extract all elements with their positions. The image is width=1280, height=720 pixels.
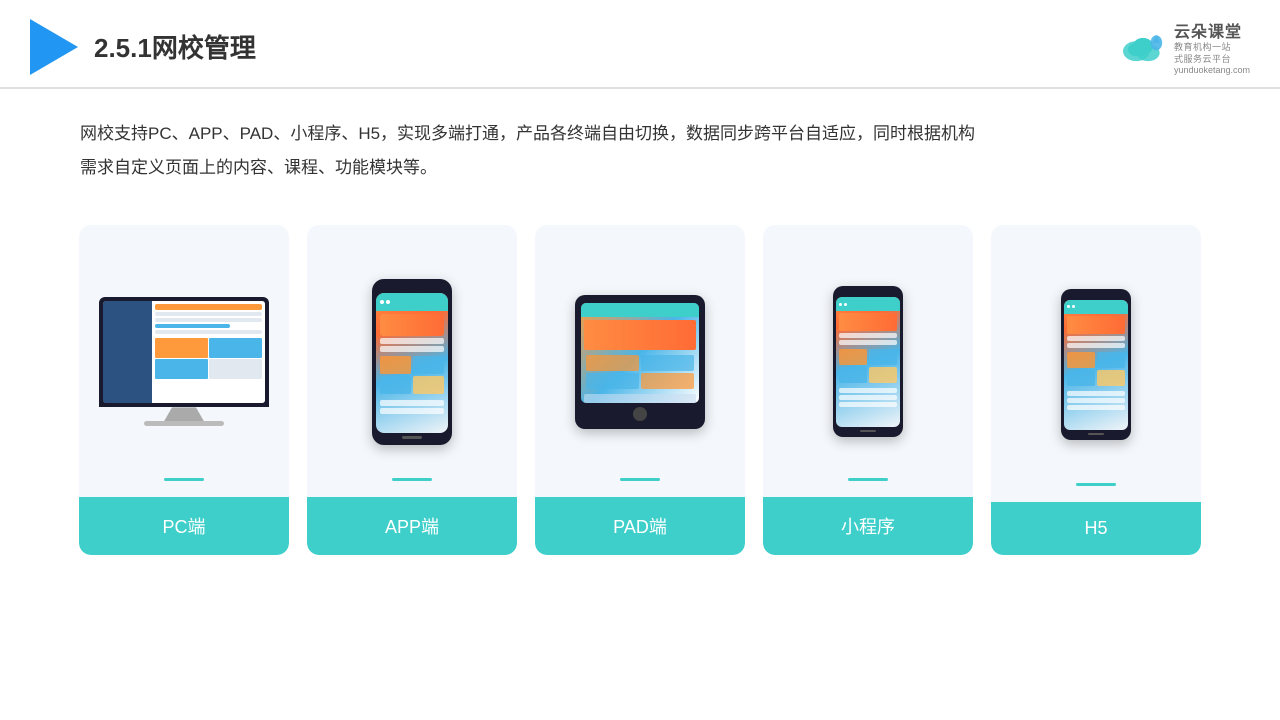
- card-pc-label: PC端: [79, 497, 289, 555]
- card-miniprogram-image: [763, 245, 973, 478]
- card-pc-divider: [164, 478, 204, 481]
- card-h5: H5: [991, 225, 1201, 555]
- card-pc-image: [79, 245, 289, 478]
- pc-monitor-icon: [99, 297, 269, 426]
- logo-url: yunduoketang.com: [1174, 65, 1250, 75]
- logo-triangle-icon: [30, 19, 78, 75]
- card-pad-label: PAD端: [535, 497, 745, 555]
- card-miniprogram: 小程序: [763, 225, 973, 555]
- header-left: 2.5.1网校管理: [30, 19, 256, 75]
- pad-tablet-icon: [575, 295, 705, 429]
- cloud-icon: [1118, 29, 1168, 65]
- card-app-divider: [392, 478, 432, 481]
- card-pc: PC端: [79, 225, 289, 555]
- miniprogram-phone-icon: [833, 286, 903, 437]
- logo-tagline: 教育机构一站 式服务云平台: [1174, 42, 1231, 65]
- brand-logo: 云朵课堂 教育机构一站 式服务云平台 yunduoketang.com: [1118, 18, 1250, 75]
- card-h5-label: H5: [991, 502, 1201, 555]
- logo-brand-name: 云朵课堂: [1174, 18, 1242, 42]
- description-line1: 网校支持PC、APP、PAD、小程序、H5，实现多端打通，产品各终端自由切换，数…: [80, 117, 1200, 151]
- header-right: 云朵课堂 教育机构一站 式服务云平台 yunduoketang.com: [1118, 18, 1250, 75]
- card-app-image: [307, 245, 517, 478]
- description-block: 网校支持PC、APP、PAD、小程序、H5，实现多端打通，产品各终端自由切换，数…: [0, 89, 1280, 195]
- card-pad-divider: [620, 478, 660, 481]
- card-app-label: APP端: [307, 497, 517, 555]
- app-phone-icon: [372, 279, 452, 445]
- card-miniprogram-label: 小程序: [763, 497, 973, 555]
- description-line2: 需求自定义页面上的内容、课程、功能模块等。: [80, 151, 1200, 185]
- card-miniprogram-divider: [848, 478, 888, 481]
- cards-container: PC端: [0, 195, 1280, 585]
- header: 2.5.1网校管理 云朵课堂 教育机构一站 式服务云平台 yunduoketan…: [0, 0, 1280, 89]
- card-h5-image: [991, 245, 1201, 483]
- h5-phone-icon: [1061, 289, 1131, 440]
- logo-text: 云朵课堂 教育机构一站 式服务云平台 yunduoketang.com: [1174, 18, 1250, 75]
- card-h5-divider: [1076, 483, 1116, 486]
- card-pad: PAD端: [535, 225, 745, 555]
- card-pad-image: [535, 245, 745, 478]
- card-app: APP端: [307, 225, 517, 555]
- page-title: 2.5.1网校管理: [94, 28, 256, 65]
